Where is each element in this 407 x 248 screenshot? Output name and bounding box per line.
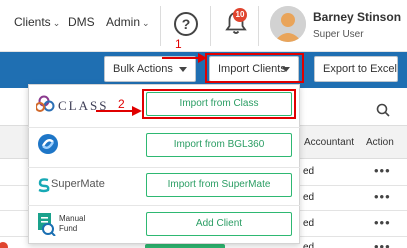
nav-dms[interactable]: DMS <box>68 15 95 29</box>
top-navigation: Clients ⌄ DMS Admin ⌄ ? 10 Barney Stinson … <box>0 0 407 52</box>
export-excel-label: Export to Excel <box>323 63 397 75</box>
nav-divider <box>160 6 161 46</box>
menu-divider <box>28 167 300 168</box>
import-from-bgl360-button[interactable]: Import from BGL360 <box>146 133 292 157</box>
table-cell: ed <box>303 242 315 248</box>
export-excel-button[interactable]: Export to Excel <box>314 56 398 82</box>
app-root: Clients ⌄ DMS Admin ⌄ ? 10 Barney Stinson … <box>0 0 407 248</box>
caret-down-icon <box>179 67 187 72</box>
user-name[interactable]: Barney Stinson <box>313 10 401 24</box>
search-icon[interactable] <box>376 103 390 117</box>
menu-divider <box>28 127 300 128</box>
row-action-menu[interactable]: ••• <box>374 215 391 230</box>
bgl360-logo <box>38 134 58 154</box>
manual-fund-logo: Manual Fund <box>36 212 136 238</box>
bulk-actions-label: Bulk Actions <box>113 63 173 75</box>
add-client-button[interactable]: Add Client <box>146 212 292 236</box>
row-action-menu[interactable]: ••• <box>374 163 391 178</box>
column-header-action[interactable]: Action <box>366 137 394 148</box>
column-header-accountant[interactable]: Accountant <box>304 137 354 148</box>
notification-badge: 10 <box>233 8 247 22</box>
annotation-highlight-import-from-class <box>142 89 296 119</box>
nav-admin-label: Admin <box>106 15 141 29</box>
supermate-logo-text: SuperMate <box>51 178 105 190</box>
nav-divider <box>258 6 259 46</box>
table-cell: ed <box>303 166 315 177</box>
supermate-logo: SuperMate <box>36 177 136 195</box>
status-badge <box>0 242 8 248</box>
arrow-icon <box>96 106 142 116</box>
annotation-highlight-import-clients <box>205 53 304 83</box>
import-from-supermate-button[interactable]: Import from SuperMate <box>146 173 292 197</box>
help-icon[interactable]: ? <box>174 12 198 36</box>
chevron-down-icon: ⌄ <box>142 18 150 28</box>
nav-clients[interactable]: Clients ⌄ <box>14 15 60 29</box>
menu-divider <box>28 205 300 206</box>
table-green-button[interactable] <box>145 244 225 248</box>
nav-admin[interactable]: Admin ⌄ <box>106 15 150 29</box>
nav-clients-label: Clients <box>14 15 51 29</box>
chevron-down-icon: ⌄ <box>52 18 61 28</box>
user-role: Super User <box>313 29 364 40</box>
manual-fund-logo-line2: Fund <box>59 224 78 233</box>
nav-dms-label: DMS <box>68 15 95 29</box>
table-cell: ed <box>303 192 315 203</box>
avatar[interactable] <box>270 6 306 42</box>
nav-divider <box>210 6 211 46</box>
row-action-menu[interactable]: ••• <box>374 189 391 204</box>
arrow-icon <box>162 53 207 63</box>
manual-fund-logo-line1: Manual <box>59 214 86 223</box>
row-action-menu[interactable]: ••• <box>374 239 391 248</box>
table-cell: ed <box>303 218 315 229</box>
